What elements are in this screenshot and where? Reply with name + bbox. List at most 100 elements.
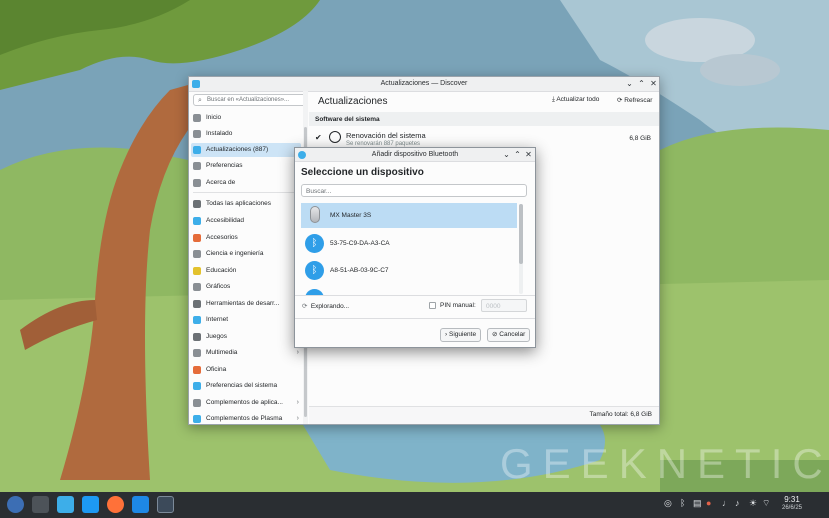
sidebar-item-all-apps[interactable]: Todas las aplicaciones bbox=[191, 197, 301, 211]
maximize-icon[interactable]: ⌃ bbox=[637, 79, 646, 88]
cancel-label: Cancelar bbox=[499, 331, 526, 338]
sidebar-item-label: Gráficos bbox=[206, 283, 231, 290]
bluetooth-window-task[interactable] bbox=[157, 496, 174, 513]
device-item[interactable]: ᛒ A8-51-AB-03-9C-C7 bbox=[301, 258, 517, 283]
system-settings-icon bbox=[193, 382, 201, 390]
addons-icon bbox=[193, 399, 201, 407]
sidebar-divider bbox=[193, 192, 299, 193]
plasma-addons-icon bbox=[193, 415, 201, 423]
update-all-button[interactable]: ⤓ Actualizar todo bbox=[552, 96, 599, 104]
window-titlebar[interactable]: Actualizaciones — Discover ⌄ ⌃ ✕ bbox=[189, 77, 659, 92]
clock-date[interactable]: 26/6/25 bbox=[777, 505, 807, 511]
accessories-icon bbox=[193, 234, 201, 242]
device-name: 53-75-C9-DA-A3-CA bbox=[330, 240, 390, 247]
search-placeholder: Buscar... bbox=[306, 187, 332, 195]
discover-taskbar-icon[interactable] bbox=[132, 496, 149, 513]
device-list[interactable]: MX Master 3S ᛒ 53-75-C9-DA-A3-CA ᛒ A8-51… bbox=[301, 203, 519, 295]
bluetooth-dialog: Añadir dispositivo Bluetooth ⌄ ⌃ ✕ Selec… bbox=[294, 147, 536, 348]
chevron-down-icon[interactable]: ⌄ bbox=[625, 79, 634, 88]
manual-pin-checkbox[interactable] bbox=[429, 302, 436, 309]
desktop-pager-icon[interactable] bbox=[32, 496, 49, 513]
next-button[interactable]: › Siguiente bbox=[440, 328, 482, 342]
sidebar-search-input[interactable]: ⌕ Buscar en «Actualizaciones»... bbox=[193, 94, 307, 106]
task-manager-icon[interactable] bbox=[57, 496, 74, 513]
file-manager-icon[interactable] bbox=[82, 496, 99, 513]
scrollbar-thumb[interactable] bbox=[519, 204, 523, 264]
manual-pin-label: PIN manual: bbox=[440, 302, 476, 309]
discover-tray-icon[interactable]: ◎ bbox=[664, 498, 672, 509]
update-item[interactable]: ✔ Renovación del sistema Se renovarán 88… bbox=[309, 127, 659, 149]
sidebar-item-dev-tools[interactable]: Herramientas de desarr... › bbox=[191, 297, 301, 311]
microphone-icon[interactable]: ♩ bbox=[722, 498, 731, 508]
sidebar-item-preferences[interactable]: Preferencias bbox=[191, 159, 301, 173]
sidebar-item-education[interactable]: Educación › bbox=[191, 264, 301, 278]
sidebar-item-games[interactable]: Juegos › bbox=[191, 330, 301, 344]
dialog-title: Añadir dispositivo Bluetooth bbox=[371, 151, 459, 158]
science-icon bbox=[193, 250, 201, 258]
sidebar-item-label: Oficina bbox=[206, 366, 227, 373]
device-item[interactable]: ᛒ 53-75-C9-DA-A3-CA bbox=[301, 231, 517, 256]
refresh-button[interactable]: ⟳ Refrescar bbox=[617, 96, 652, 104]
chevron-down-icon[interactable]: ⌄ bbox=[502, 150, 511, 159]
dialog-titlebar[interactable]: Añadir dispositivo Bluetooth ⌄ ⌃ ✕ bbox=[295, 148, 535, 162]
cancel-button[interactable]: ⊘ Cancelar bbox=[487, 328, 531, 342]
info-icon bbox=[193, 179, 201, 187]
refresh-label: Refrescar bbox=[624, 97, 653, 104]
next-label: Siguiente bbox=[448, 331, 477, 338]
sidebar-item-app-addons[interactable]: Complementos de aplica... › bbox=[191, 396, 301, 410]
maximize-icon[interactable]: ⌃ bbox=[513, 150, 522, 159]
games-icon bbox=[193, 333, 201, 341]
sidebar-item-updates[interactable]: Actualizaciones (887) bbox=[191, 143, 301, 157]
sidebar-item-internet[interactable]: Internet › bbox=[191, 313, 301, 327]
watermark: GEEKNETIC bbox=[500, 440, 829, 487]
bluetooth-tray-icon[interactable]: ᛒ bbox=[680, 498, 685, 508]
firefox-icon[interactable] bbox=[107, 496, 124, 513]
sidebar-item-label: Complementos de Plasma bbox=[206, 415, 283, 422]
office-icon bbox=[193, 366, 201, 374]
close-icon[interactable]: ✕ bbox=[649, 79, 658, 88]
accessibility-icon bbox=[193, 217, 201, 225]
close-icon[interactable]: ✕ bbox=[524, 150, 533, 159]
device-item-partial[interactable] bbox=[301, 286, 517, 295]
chevron-right-icon: › bbox=[296, 349, 299, 356]
notification-icon[interactable]: ● bbox=[706, 498, 711, 508]
checkmark-icon[interactable]: ✔ bbox=[315, 133, 322, 142]
mouse-icon bbox=[310, 206, 320, 223]
sidebar-item-home[interactable]: Inicio bbox=[191, 111, 301, 125]
dialog-heading: Seleccione un dispositivo bbox=[301, 167, 424, 178]
app-launcher-icon[interactable] bbox=[7, 496, 24, 513]
sidebar-item-label: Multimedia bbox=[206, 349, 238, 356]
sidebar-item-label: Preferencias bbox=[206, 162, 243, 169]
clipboard-icon[interactable]: ▤ bbox=[693, 498, 702, 509]
update-all-label: Actualizar todo bbox=[556, 96, 600, 103]
scanning-label: Explorando... bbox=[310, 303, 350, 310]
device-item[interactable]: MX Master 3S bbox=[301, 203, 517, 228]
sidebar-item-graphics[interactable]: Gráficos › bbox=[191, 280, 301, 294]
pin-input[interactable]: 0000 bbox=[481, 299, 527, 312]
bluetooth-icon: ᛒ bbox=[305, 261, 324, 280]
sidebar-item-accessibility[interactable]: Accesibilidad bbox=[191, 214, 301, 228]
device-name: MX Master 3S bbox=[330, 212, 372, 219]
brightness-icon[interactable]: ☀ bbox=[749, 498, 757, 509]
sidebar: ⌕ Buscar en «Actualizaciones»... Inicio … bbox=[189, 91, 307, 426]
device-search-input[interactable]: Buscar... bbox=[301, 184, 527, 197]
clock-time[interactable]: 9:31 bbox=[777, 495, 807, 504]
network-icon[interactable]: ⌔ bbox=[762, 498, 770, 509]
system-upgrade-icon bbox=[329, 131, 341, 143]
sidebar-item-system-settings[interactable]: Preferencias del sistema bbox=[191, 379, 301, 393]
sidebar-item-office[interactable]: Oficina bbox=[191, 363, 301, 377]
sidebar-item-label: Todas las aplicaciones bbox=[206, 200, 272, 207]
home-icon bbox=[193, 114, 201, 122]
volume-icon[interactable]: ♪ bbox=[735, 498, 740, 508]
sidebar-item-multimedia[interactable]: Multimedia › bbox=[191, 346, 301, 360]
sidebar-item-accessories[interactable]: Accesorios › bbox=[191, 231, 301, 245]
grid-icon bbox=[193, 200, 201, 208]
update-size: 6,8 GiB bbox=[629, 135, 651, 142]
sidebar-item-about[interactable]: Acerca de bbox=[191, 176, 301, 190]
sidebar-item-installed[interactable]: Instalado bbox=[191, 127, 301, 141]
sidebar-item-plasma-addons[interactable]: Complementos de Plasma › bbox=[191, 412, 301, 426]
sidebar-item-science[interactable]: Ciencia e ingeniería › bbox=[191, 247, 301, 261]
sidebar-item-label: Ciencia e ingeniería bbox=[206, 250, 264, 257]
page-title: Actualizaciones bbox=[318, 96, 388, 107]
device-list-scrollbar[interactable] bbox=[519, 204, 523, 294]
